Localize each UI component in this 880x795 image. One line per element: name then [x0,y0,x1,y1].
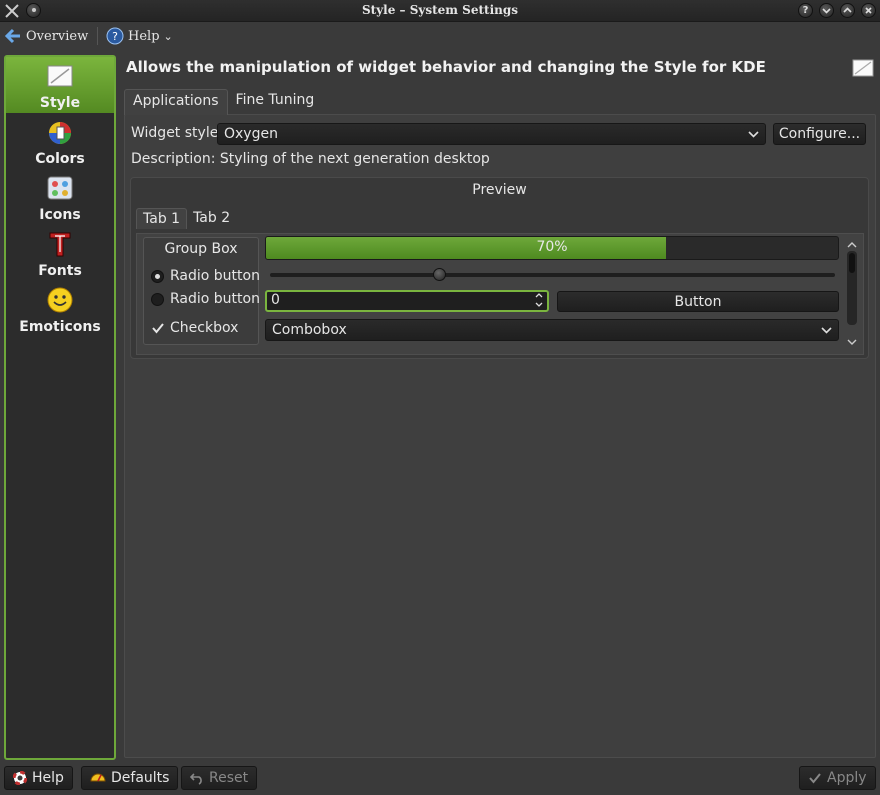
title-bar: Style – System Settings ? [0,0,880,22]
widget-style-value: Oxygen [224,126,278,142]
help-icon[interactable]: ? [798,3,813,18]
spin-box-value: 0 [271,292,280,308]
chevron-down-icon: ⌄ [163,29,173,43]
emoticons-icon [47,287,73,313]
preview-combobox[interactable]: Combobox [265,319,839,341]
minimize-icon[interactable] [819,3,834,18]
category-sidebar: Style Colors Icons Fonts Emoticons [4,55,116,760]
checkmark-icon [152,323,164,334]
spin-arrows-icon[interactable] [534,291,544,312]
sidebar-item-style[interactable]: Style [6,57,114,113]
group-box-title: Group Box [164,241,238,257]
tab-applications[interactable]: Applications [124,89,228,115]
spin-box[interactable]: 0 [265,290,549,312]
help-circle-icon: ? [106,27,124,45]
preview-title: Preview [472,182,527,198]
slider-track[interactable] [270,273,835,277]
preview-tab-2[interactable]: Tab 2 [187,208,236,229]
help-button[interactable]: Help [4,766,73,790]
sidebar-item-label: Emoticons [19,319,101,335]
progress-bar: 70% [265,236,839,260]
overview-button[interactable]: Overview [4,25,88,47]
sidebar-item-label: Fonts [38,263,82,279]
widget-style-label: Widget style: [131,125,224,141]
sidebar-item-colors[interactable]: Colors [6,113,114,169]
scroll-up-icon[interactable] [847,240,857,249]
preview-button[interactable]: Button [557,291,839,312]
toolbar: Overview ? Help ⌄ [0,22,880,50]
svg-text:?: ? [112,30,118,43]
configure-button[interactable]: Configure... [773,123,866,145]
defaults-button[interactable]: Defaults [81,766,179,790]
sidebar-item-icons[interactable]: Icons [6,169,114,225]
tab-fine-tuning[interactable]: Fine Tuning [228,89,323,115]
radio-button-1[interactable] [151,270,164,283]
window-title: Style – System Settings [362,3,518,17]
widget-style-combobox[interactable]: Oxygen [217,123,766,145]
radio-button-2[interactable] [151,293,164,306]
sidebar-item-label: Icons [39,207,81,223]
colors-icon [49,122,71,144]
apply-button-label: Apply [827,770,867,786]
preview-tabs: Tab 1 Tab 2 [136,208,236,229]
overview-label: Overview [26,28,89,44]
style-icon [47,65,73,87]
reset-button[interactable]: Reset [181,766,258,790]
module-description: Allows the manipulation of widget behavi… [126,58,766,76]
checkbox[interactable] [151,321,165,335]
checkbox-label: Checkbox [170,320,239,336]
scroll-down-icon[interactable] [847,337,857,349]
defaults-icon [90,773,106,782]
icons-icon [47,176,73,200]
toolbar-separator [97,27,98,45]
help-button-label: Help [32,770,64,786]
style-module-icon [852,59,874,77]
checkmark-icon [809,773,821,784]
sidebar-item-emoticons[interactable]: Emoticons [6,281,114,337]
lifebuoy-icon [13,771,27,785]
chevron-down-icon [748,126,759,145]
vertical-scrollbar[interactable] [845,240,859,350]
progress-text: 70% [536,239,568,255]
close-icon[interactable] [861,3,876,18]
reset-button-label: Reset [209,770,249,786]
scrollbar-thumb[interactable] [849,253,855,273]
help-label: Help [128,28,160,44]
apply-button[interactable]: Apply [799,766,876,790]
style-description: Description: Styling of the next generat… [131,151,490,167]
sidebar-item-label: Colors [35,151,85,167]
sidebar-item-fonts[interactable]: Fonts [6,225,114,281]
radio-button-1-label: Radio button [170,268,260,284]
sidebar-item-label: Style [39,95,81,111]
radio-button-2-label: Radio button [170,291,260,307]
main-tabs: Applications Fine Tuning [124,89,322,115]
slider-handle[interactable] [433,268,446,281]
preview-tab-1[interactable]: Tab 1 [136,208,188,229]
chevron-down-icon [821,322,832,341]
back-arrow-icon [4,28,20,44]
undo-icon [190,773,202,785]
maximize-icon[interactable] [840,3,855,18]
fonts-icon [49,232,71,257]
defaults-button-label: Defaults [111,770,170,786]
preview-combobox-value: Combobox [272,322,347,338]
button-bar: Help Defaults Reset Apply [0,765,880,795]
help-menu-button[interactable]: ? Help ⌄ [106,25,173,47]
